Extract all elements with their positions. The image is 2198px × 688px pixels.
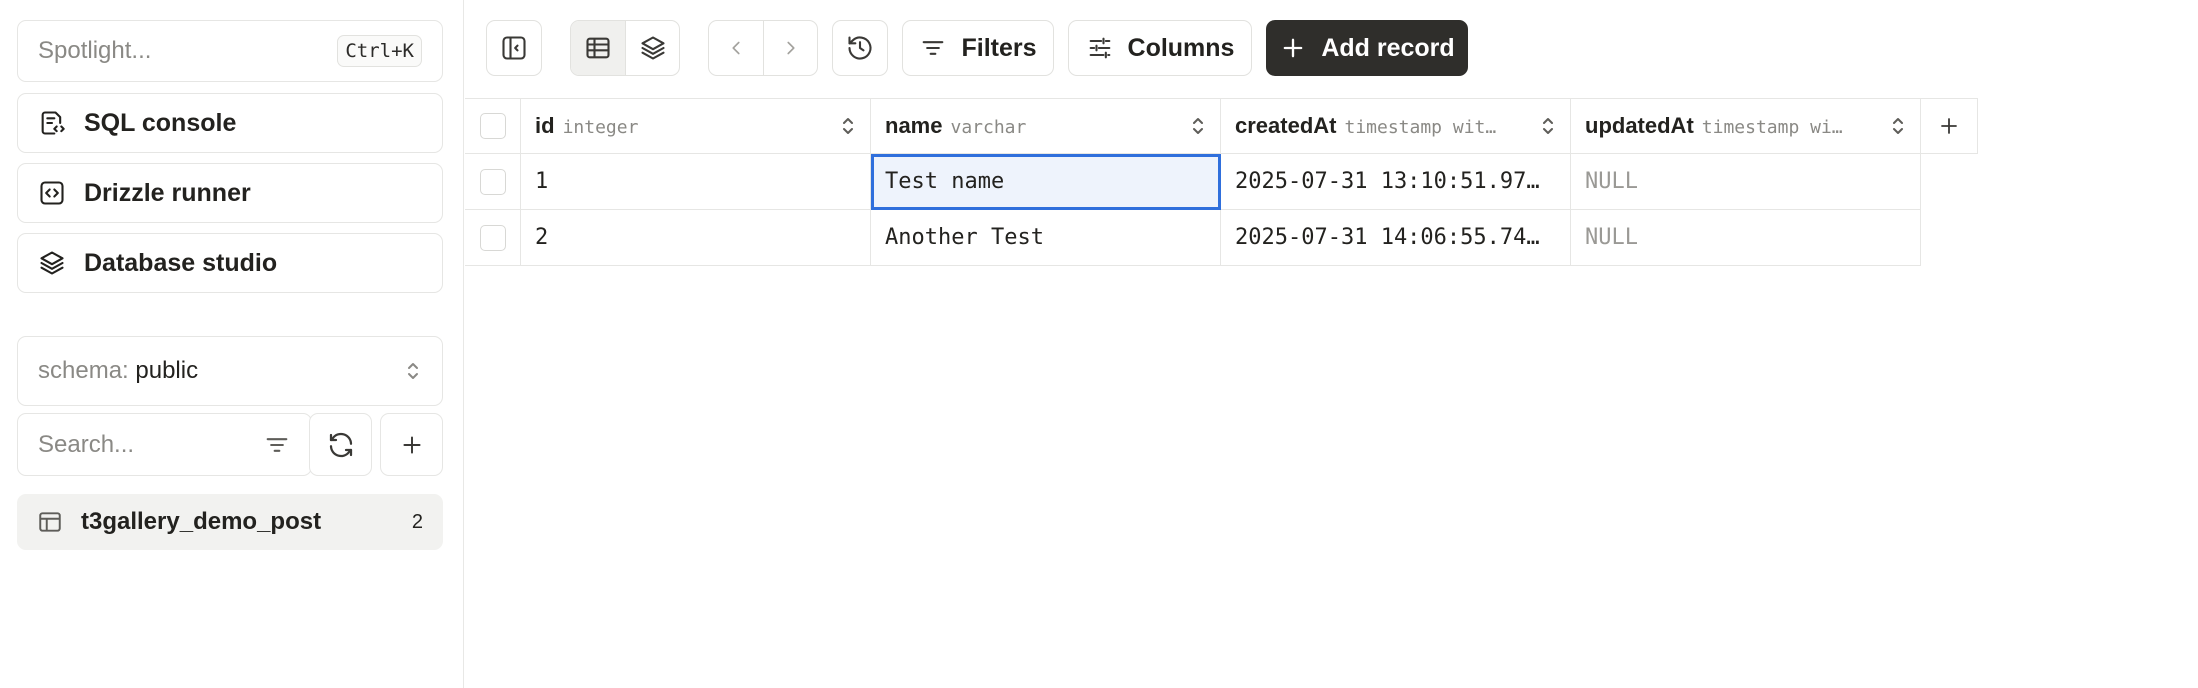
history-icon	[848, 36, 872, 60]
cell-updatedat[interactable]: NULL	[1571, 154, 1921, 210]
sort-icon[interactable]	[1190, 115, 1206, 137]
view-toggle	[570, 20, 680, 76]
sidebar-item-sql-console[interactable]: SQL console	[17, 93, 443, 153]
table-search-placeholder: Search...	[38, 430, 135, 458]
sort-icon[interactable]	[1540, 115, 1556, 137]
refresh-button[interactable]	[309, 413, 372, 476]
cell-createdat[interactable]: 2025-07-31 14:06:55.74…	[1221, 210, 1571, 266]
column-header-id[interactable]: id integer	[521, 98, 871, 154]
sidebar-item-label: SQL console	[84, 108, 237, 137]
column-name: id	[535, 113, 555, 138]
grid-header-row: id integer name varchar createdAt timestamp…	[465, 98, 1978, 154]
sidebar-table-item[interactable]: t3gallery_demo_post 2	[17, 494, 443, 550]
sidebar-item-label: Database studio	[84, 248, 278, 277]
chevron-up-down-icon	[408, 363, 418, 379]
sidebar-item-database-studio[interactable]: Database studio	[17, 233, 443, 293]
column-type: timestamp wi…	[1701, 117, 1843, 138]
sidebar-toggle-icon	[502, 36, 526, 60]
schema-select[interactable]: schema: public	[17, 336, 443, 406]
columns-label: Columns	[1127, 33, 1235, 62]
cell-id[interactable]: 1	[521, 154, 871, 210]
table-search-input[interactable]: Search...	[17, 413, 312, 476]
select-all-checkbox[interactable]	[479, 113, 506, 139]
select-all-cell	[465, 98, 521, 154]
table-item-count: 2	[411, 510, 423, 533]
table-icon	[39, 512, 61, 532]
sidebar-item-drizzle-runner[interactable]: Drizzle runner	[17, 163, 443, 223]
row-select-cell	[465, 154, 521, 210]
column-header-label: id integer	[535, 113, 638, 139]
sidebar-item-label: Drizzle runner	[84, 178, 251, 207]
code-icon	[40, 181, 64, 205]
schema-label: schema:	[38, 357, 129, 384]
column-name: createdAt	[1235, 113, 1337, 138]
pagination-controls	[708, 20, 818, 76]
layers-icon	[40, 251, 64, 275]
spotlight-search[interactable]: Spotlight... Ctrl+K	[17, 20, 443, 82]
column-header-name[interactable]: name varchar	[871, 98, 1221, 154]
cell-updatedat[interactable]: NULL	[1571, 210, 1921, 266]
column-type: timestamp wit…	[1344, 117, 1497, 138]
column-header-updatedat[interactable]: updatedAt timestamp wi…	[1571, 98, 1921, 154]
structure-view-button[interactable]	[625, 21, 679, 75]
plus-icon	[1283, 38, 1303, 58]
chevron-left-icon	[732, 41, 740, 55]
history-button[interactable]	[832, 20, 888, 76]
plus-icon	[402, 435, 421, 454]
column-header-label: name varchar	[885, 113, 1026, 139]
filters-label: Filters	[961, 33, 1037, 62]
column-header-label: updatedAt timestamp wi…	[1585, 113, 1843, 139]
refresh-icon	[329, 432, 352, 457]
sidebar: Spotlight... Ctrl+K SQL console Drizzle …	[0, 0, 464, 688]
cell-createdat[interactable]: 2025-07-31 13:10:51.97…	[1221, 154, 1571, 210]
next-page-button[interactable]	[763, 21, 817, 75]
add-record-button[interactable]: Add record	[1266, 20, 1468, 76]
layers-icon	[640, 36, 665, 60]
table-grid-icon	[586, 37, 610, 59]
columns-button[interactable]: Columns	[1068, 20, 1252, 76]
previous-page-button[interactable]	[709, 21, 763, 75]
spotlight-placeholder: Spotlight...	[38, 37, 152, 64]
column-name: name	[885, 113, 943, 138]
add-column-button[interactable]	[1921, 98, 1978, 154]
column-name: updatedAt	[1585, 113, 1694, 138]
table-view-button[interactable]	[571, 21, 625, 75]
column-type: varchar	[950, 117, 1027, 138]
row-checkbox[interactable]	[479, 224, 506, 251]
column-header-createdat[interactable]: createdAt timestamp wit…	[1221, 98, 1571, 154]
sort-icon[interactable]	[1890, 115, 1906, 137]
schema-label-group: schema: public	[38, 357, 198, 385]
cell-name[interactable]: Test name	[871, 154, 1221, 210]
toggle-sidebar-button[interactable]	[486, 20, 542, 76]
filter-icon[interactable]	[263, 431, 291, 459]
table-row: 2 Another Test 2025-07-31 14:06:55.74… N…	[465, 210, 1921, 266]
cell-id[interactable]: 2	[521, 210, 871, 266]
plus-icon	[1941, 118, 1957, 134]
row-checkbox[interactable]	[479, 168, 506, 195]
chevron-right-icon	[786, 41, 795, 55]
column-header-label: createdAt timestamp wit…	[1235, 113, 1496, 139]
table-row: 1 Test name 2025-07-31 13:10:51.97… NULL	[465, 154, 1921, 210]
spotlight-shortcut: Ctrl+K	[337, 35, 422, 67]
filter-icon	[923, 41, 944, 55]
cell-name[interactable]: Another Test	[871, 210, 1221, 266]
sliders-icon	[1089, 37, 1110, 59]
add-table-button[interactable]	[380, 413, 443, 476]
schema-value: public	[135, 357, 199, 384]
table-item-name: t3gallery_demo_post	[81, 508, 322, 535]
filters-button[interactable]: Filters	[902, 20, 1054, 76]
sql-console-icon	[41, 111, 65, 135]
column-type: integer	[562, 117, 639, 138]
row-select-cell	[465, 210, 521, 266]
add-record-label: Add record	[1321, 33, 1455, 62]
sort-icon[interactable]	[840, 115, 856, 137]
